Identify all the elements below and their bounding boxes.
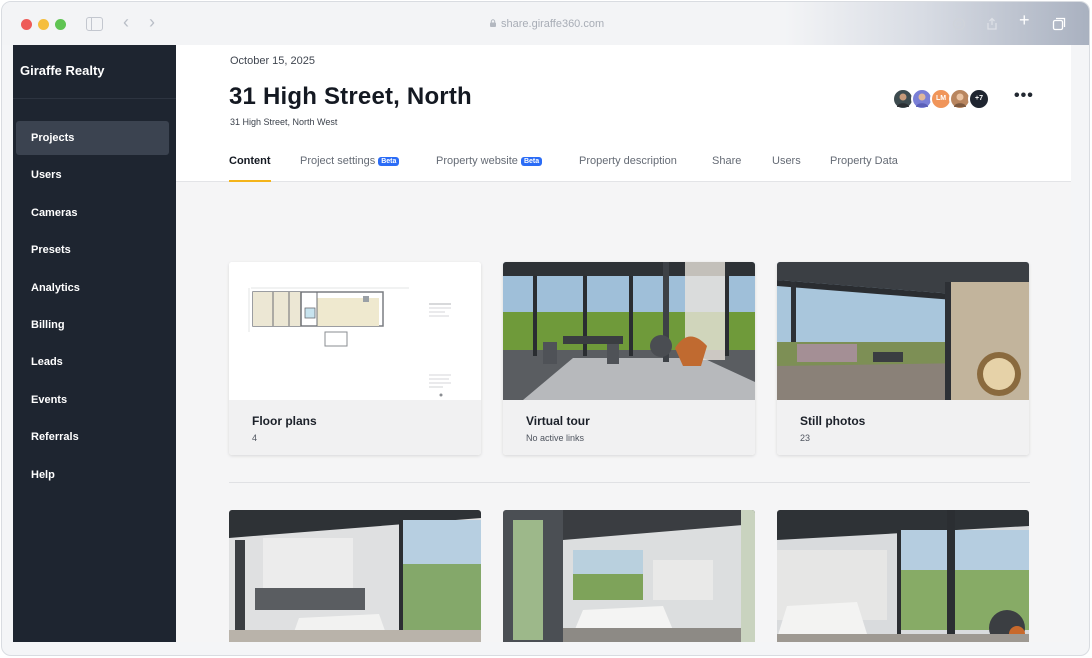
page-title: 31 High Street, North bbox=[229, 83, 472, 110]
avatar-photo-icon bbox=[916, 93, 928, 107]
photo-thumbnail[interactable] bbox=[229, 510, 481, 642]
card-count: 4 bbox=[252, 433, 258, 443]
sidebar-item-analytics[interactable]: Analytics bbox=[16, 271, 169, 305]
browser-window: ‹ › share.giraffe360.com + Giraffe Realt… bbox=[1, 1, 1090, 656]
tab-label: Property website bbox=[436, 155, 518, 167]
tab-users[interactable]: Users bbox=[772, 155, 801, 182]
tab-content[interactable]: Content bbox=[229, 155, 271, 182]
still-photos-card[interactable]: Still photos 23 bbox=[777, 262, 1029, 455]
sidebar-nav: Projects Users Cameras Presets Analytics… bbox=[16, 121, 169, 495]
sidebar-item-referrals[interactable]: Referrals bbox=[16, 420, 169, 454]
still-photos-thumbnail bbox=[777, 262, 1029, 400]
project-address: 31 High Street, North West bbox=[230, 117, 338, 127]
address-bar[interactable]: share.giraffe360.com bbox=[501, 18, 604, 30]
card-footer: Still photos 23 bbox=[777, 400, 1029, 455]
avatar-photo-icon bbox=[897, 93, 909, 107]
tab-label: Property description bbox=[579, 155, 677, 167]
tab-label: Content bbox=[229, 155, 271, 167]
virtual-tour-card[interactable]: Virtual tour No active links bbox=[503, 262, 755, 455]
close-window-button[interactable] bbox=[21, 19, 32, 30]
tab-label: Users bbox=[772, 155, 801, 167]
tab-share[interactable]: Share bbox=[712, 155, 741, 182]
section-divider bbox=[229, 482, 1030, 483]
sidebar-toggle-icon[interactable] bbox=[86, 17, 103, 31]
sidebar-item-presets[interactable]: Presets bbox=[16, 233, 169, 267]
card-status: No active links bbox=[526, 433, 585, 443]
new-tab-icon[interactable]: + bbox=[1019, 11, 1030, 29]
sidebar-item-cameras[interactable]: Cameras bbox=[16, 196, 169, 230]
beta-badge: Beta bbox=[520, 157, 543, 166]
back-arrow-icon[interactable]: ‹ bbox=[123, 13, 129, 31]
photo-thumbnail[interactable] bbox=[777, 510, 1029, 642]
avatar-photo-icon bbox=[954, 93, 966, 107]
tab-label: Share bbox=[712, 155, 742, 167]
project-header: October 15, 2025 31 High Street, North 3… bbox=[176, 45, 1071, 182]
sidebar-item-leads[interactable]: Leads bbox=[16, 345, 169, 379]
floor-plan-thumbnail bbox=[229, 262, 481, 400]
virtual-tour-thumbnail bbox=[503, 262, 755, 400]
maximize-window-button[interactable] bbox=[55, 19, 66, 30]
tab-label: Project settings bbox=[300, 155, 376, 167]
shield-icon[interactable] bbox=[952, 17, 966, 31]
brand-name[interactable]: Giraffe Realty bbox=[20, 63, 105, 78]
sidebar-item-projects[interactable]: Projects bbox=[16, 121, 169, 155]
tab-label: Property Data bbox=[830, 155, 898, 167]
tab-project-settings[interactable]: Project settings Beta bbox=[300, 155, 400, 182]
more-options-button[interactable]: ••• bbox=[1014, 87, 1034, 105]
card-title: Still photos bbox=[800, 414, 866, 428]
share-icon[interactable] bbox=[985, 17, 999, 31]
forward-arrow-icon[interactable]: › bbox=[149, 13, 155, 31]
main-content: October 15, 2025 31 High Street, North 3… bbox=[176, 45, 1071, 642]
sidebar-item-events[interactable]: Events bbox=[16, 383, 169, 417]
beta-badge: Beta bbox=[378, 157, 400, 166]
floor-plans-card[interactable]: Floor plans 4 bbox=[229, 262, 481, 455]
photo-thumbnail[interactable] bbox=[503, 510, 755, 642]
card-title: Virtual tour bbox=[526, 414, 590, 428]
card-title: Floor plans bbox=[252, 414, 317, 428]
sidebar-item-users[interactable]: Users bbox=[16, 158, 169, 192]
tab-property-description[interactable]: Property description bbox=[579, 155, 677, 182]
tab-property-website[interactable]: Property website Beta bbox=[436, 155, 543, 182]
avatar-overflow-count[interactable]: +7 bbox=[968, 88, 990, 110]
project-date: October 15, 2025 bbox=[230, 55, 316, 67]
minimize-window-button[interactable] bbox=[38, 19, 49, 30]
sidebar-divider bbox=[13, 98, 176, 99]
tabs-overview-icon[interactable] bbox=[1052, 17, 1066, 31]
card-footer: Virtual tour No active links bbox=[503, 400, 755, 455]
tab-property-data[interactable]: Property Data bbox=[830, 155, 898, 182]
card-footer: Floor plans 4 bbox=[229, 400, 481, 455]
browser-toolbar: ‹ › share.giraffe360.com + bbox=[2, 2, 1089, 45]
sidebar: Giraffe Realty Projects Users Cameras Pr… bbox=[13, 45, 176, 642]
sidebar-item-help[interactable]: Help bbox=[16, 458, 169, 492]
lock-icon bbox=[490, 19, 496, 27]
sidebar-item-billing[interactable]: Billing bbox=[16, 308, 169, 342]
card-count: 23 bbox=[800, 433, 811, 443]
